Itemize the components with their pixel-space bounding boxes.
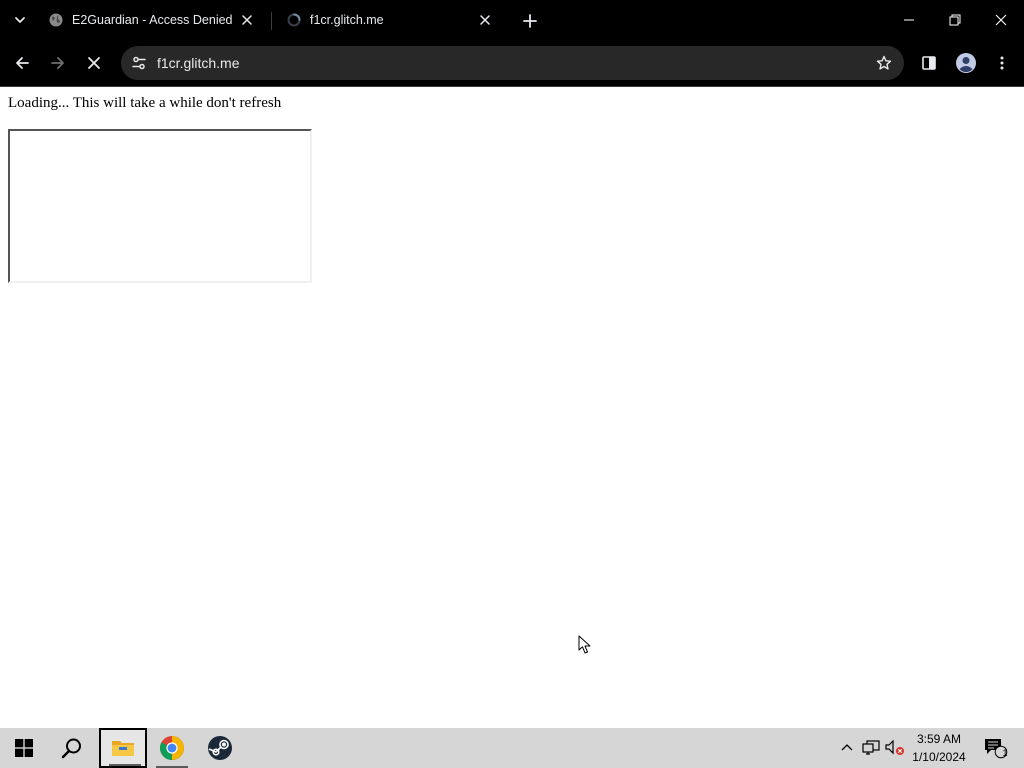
- network-tray-button[interactable]: [859, 728, 883, 768]
- chevron-up-icon: [841, 744, 853, 751]
- menu-button[interactable]: [986, 47, 1018, 79]
- embedded-frame[interactable]: [8, 129, 312, 283]
- restore-button[interactable]: [932, 0, 978, 40]
- chrome-taskbar-button[interactable]: [148, 728, 196, 768]
- arrow-left-icon: [16, 57, 29, 69]
- tab-f1cr[interactable]: f1cr.glitch.me: [272, 3, 504, 37]
- restore-icon: [949, 14, 961, 26]
- side-panel-icon: [922, 56, 936, 70]
- globe-icon: [48, 12, 64, 28]
- tab-e2guardian[interactable]: E2Guardian - Access Denied: [34, 3, 266, 37]
- minimize-button[interactable]: [886, 0, 932, 40]
- tab-title: f1cr.glitch.me: [310, 13, 384, 27]
- address-url: f1cr.glitch.me: [157, 55, 240, 71]
- windows-taskbar: 3:59 AM 1/10/2024 1: [0, 728, 1024, 768]
- site-info-button[interactable]: [125, 49, 153, 77]
- chevron-down-icon: [15, 17, 25, 23]
- chrome-icon: [160, 736, 184, 761]
- stop-loading-button[interactable]: [78, 47, 110, 79]
- profile-button[interactable]: [950, 47, 982, 79]
- minimize-icon: [904, 19, 914, 21]
- more-vertical-icon: [1000, 56, 1004, 70]
- clock-time: 3:59 AM: [916, 732, 962, 746]
- loading-message: Loading... This will take a while don't …: [8, 95, 282, 111]
- close-window-button[interactable]: [978, 0, 1024, 40]
- clock-date: 1/10/2024: [912, 750, 966, 764]
- bookmark-button[interactable]: [870, 49, 898, 77]
- browser-tabstrip: E2Guardian - Access Denied f1cr.glitch.m…: [0, 0, 1024, 41]
- notification-count: 1: [1002, 748, 1008, 758]
- mouse-cursor-icon: [578, 635, 591, 654]
- tab-title: E2Guardian - Access Denied: [72, 13, 233, 27]
- action-center-button[interactable]: 1: [976, 728, 1016, 768]
- side-panel-button[interactable]: [913, 47, 945, 79]
- close-icon: [88, 57, 100, 69]
- browser-toolbar: f1cr.glitch.me: [0, 41, 1024, 86]
- arrow-right-icon: [51, 57, 64, 69]
- close-icon[interactable]: [476, 11, 494, 29]
- star-icon: [876, 55, 892, 70]
- search-icon: [61, 738, 81, 759]
- start-button[interactable]: [0, 728, 48, 768]
- taskbar-search-button[interactable]: [48, 728, 96, 768]
- tab-search-button[interactable]: [6, 7, 34, 33]
- plus-icon: [523, 14, 537, 28]
- new-tab-button[interactable]: [516, 7, 544, 35]
- steam-icon: [208, 736, 232, 760]
- avatar-icon: [956, 53, 976, 73]
- steam-taskbar-button[interactable]: [196, 728, 244, 768]
- windows-logo-icon: [15, 739, 33, 757]
- forward-button[interactable]: [42, 47, 74, 79]
- back-button[interactable]: [6, 47, 38, 79]
- active-indicator: [109, 764, 141, 766]
- close-icon: [995, 14, 1007, 26]
- address-bar[interactable]: f1cr.glitch.me: [121, 46, 904, 80]
- close-icon[interactable]: [238, 11, 256, 29]
- web-page-content: Loading... This will take a while don't …: [0, 87, 1024, 728]
- network-icon: [862, 740, 880, 755]
- file-explorer-button[interactable]: [99, 728, 147, 768]
- volume-muted-icon: [885, 740, 904, 755]
- tune-icon: [132, 56, 146, 70]
- file-explorer-icon: [112, 741, 134, 756]
- show-hidden-icons-button[interactable]: [836, 728, 858, 768]
- loading-spinner-icon: [286, 12, 302, 28]
- taskbar-clock[interactable]: 3:59 AM 1/10/2024: [904, 730, 974, 766]
